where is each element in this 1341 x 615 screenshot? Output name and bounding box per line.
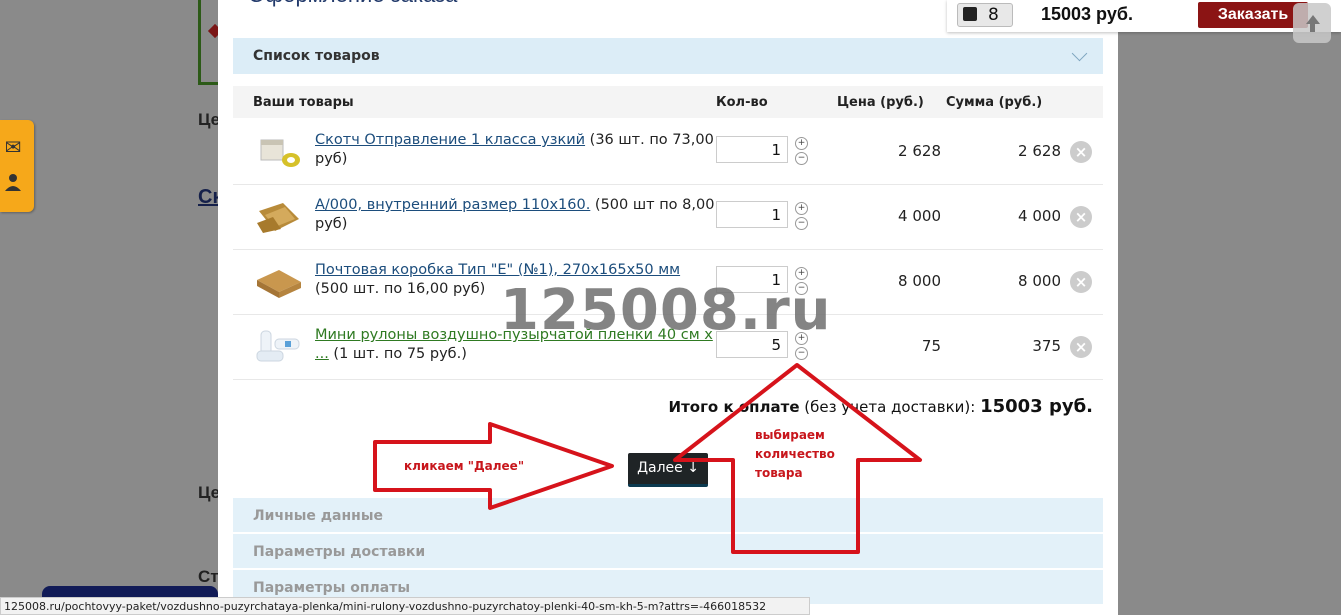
annotation-text: кликаем "Далее" [404,459,525,473]
annotation-arrows [373,363,922,554]
annotation-text: товара [755,466,803,480]
status-bar-url: 125008.ru/pochtovyy-paket/vozdushno-puzy… [0,597,810,615]
annotation-text: выбираем [755,428,825,442]
annotation-text: количество [755,447,835,461]
